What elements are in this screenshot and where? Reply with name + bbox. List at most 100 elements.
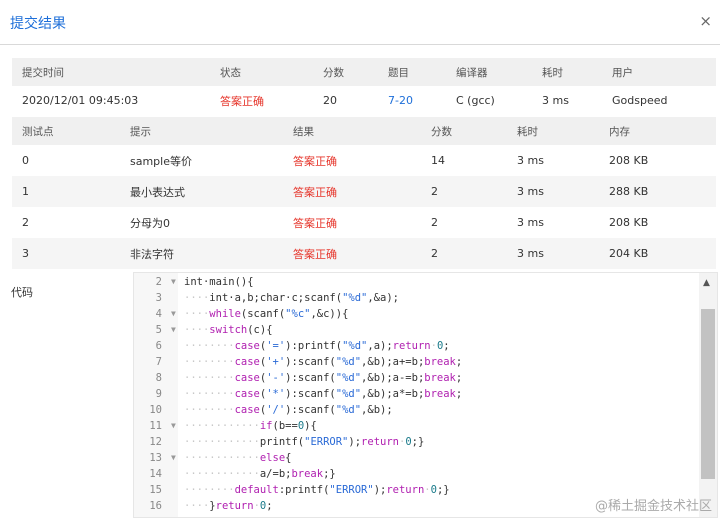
test-cases-table: 测试点 提示 结果 分数 耗时 内存 0 sample等价 答案正确 14 3 …: [12, 117, 716, 269]
test-time: 3 ms: [517, 185, 544, 198]
code-text: ············if(b==0){: [184, 420, 317, 432]
code-text: int·main(){: [184, 276, 254, 288]
code-text: ········case('+'):scanf("%d",&b);a+=b;br…: [184, 356, 463, 368]
code-text: ····int·a,b;char·c;scanf("%d",&a);: [184, 292, 399, 304]
test-hint: 分母为0: [130, 216, 170, 230]
test-time: 3 ms: [517, 216, 544, 229]
submission-row: 2020/12/01 09:45:03 答案正确 20 7-20 C (gcc)…: [12, 86, 716, 115]
test-id: 3: [22, 247, 29, 260]
total-score: 20: [323, 94, 337, 107]
line-number: 13: [149, 452, 162, 464]
code-line: 7 ········case('+'):scanf("%d",&b);a+=b;b…: [134, 354, 694, 370]
line-number: 2: [155, 276, 162, 288]
fold-arrow-icon[interactable]: ▼: [171, 418, 176, 434]
status-badge: 答案正确: [220, 94, 264, 108]
test-memory: 208 KB: [609, 216, 649, 229]
table-row: 1 最小表达式 答案正确 2 3 ms 288 KB: [12, 176, 716, 207]
test-memory: 288 KB: [609, 185, 649, 198]
test-score: 2: [431, 247, 438, 260]
line-number: 3: [155, 292, 162, 304]
line-number: 16: [149, 500, 162, 512]
scroll-up-icon[interactable]: ▲: [703, 278, 710, 288]
line-number: 7: [155, 356, 162, 368]
code-line: 6 ········case('='):printf("%d",a);return…: [134, 338, 694, 354]
code-text: ····}return·0;: [184, 500, 273, 512]
header-memory: 内存: [609, 125, 630, 138]
tests-header-row: 测试点 提示 结果 分数 耗时 内存: [12, 117, 716, 145]
code-line: 10 ········case('/'):scanf("%d",&b);: [134, 402, 694, 418]
vertical-scrollbar[interactable]: ▲: [699, 273, 717, 517]
code-editor[interactable]: 2 ▼ int·main(){ 3 ····int·a,b;char·c;scanf("…: [133, 272, 718, 518]
code-line: 4 ▼ ····while(scanf("%c",&c)){: [134, 306, 694, 322]
line-number: 8: [155, 372, 162, 384]
test-id: 2: [22, 216, 29, 229]
code-text: ············a/=b;break;}: [184, 468, 336, 480]
line-number: 10: [149, 404, 162, 416]
test-hint: 非法字符: [130, 247, 174, 261]
code-line: 13 ▼ ············else{: [134, 450, 694, 466]
header-test-point: 测试点: [22, 125, 54, 138]
test-result: 答案正确: [293, 216, 337, 230]
code-text: ········case('/'):scanf("%d",&b);: [184, 404, 393, 416]
dialog-header: 提交结果 ×: [0, 0, 720, 45]
test-time: 3 ms: [517, 247, 544, 260]
line-number: 6: [155, 340, 162, 352]
code-text: ············printf("ERROR");return·0;}: [184, 436, 425, 448]
code-line: 5 ▼ ····switch(c){: [134, 322, 694, 338]
test-id: 1: [22, 185, 29, 198]
close-icon[interactable]: ×: [699, 12, 712, 30]
test-memory: 208 KB: [609, 154, 649, 167]
code-text: ····switch(c){: [184, 324, 273, 336]
submission-table: 提交时间 状态 分数 题目 编译器 耗时 用户 2020/12/01 09:45…: [12, 58, 716, 115]
test-score: 14: [431, 154, 445, 167]
line-number: 9: [155, 388, 162, 400]
elapsed-time: 3 ms: [542, 94, 569, 107]
code-line: 9 ········case('*'):scanf("%d",&b);a*=b;b…: [134, 386, 694, 402]
header-result: 结果: [293, 125, 314, 138]
test-result: 答案正确: [293, 185, 337, 199]
code-text: ····while(scanf("%c",&c)){: [184, 308, 349, 320]
test-hint: sample等价: [130, 154, 192, 168]
header-elapsed: 耗时: [542, 66, 563, 79]
fold-arrow-icon[interactable]: ▼: [171, 274, 176, 290]
header-status: 状态: [220, 66, 241, 79]
scrollbar-thumb[interactable]: [701, 309, 715, 479]
compiler: C (gcc): [456, 94, 495, 107]
code-text: ········case('-'):scanf("%d",&b);a-=b;br…: [184, 372, 463, 384]
header-test-time: 耗时: [517, 125, 538, 138]
test-id: 0: [22, 154, 29, 167]
test-time: 3 ms: [517, 154, 544, 167]
test-result: 答案正确: [293, 154, 337, 168]
header-hint: 提示: [130, 125, 151, 138]
fold-arrow-icon[interactable]: ▼: [171, 306, 176, 322]
fold-arrow-icon[interactable]: ▼: [171, 322, 176, 338]
code-label: 代码: [11, 286, 33, 299]
user-name: Godspeed: [612, 94, 668, 107]
dialog-title: 提交结果: [10, 16, 66, 32]
code-text: ············else{: [184, 452, 292, 464]
line-number: 14: [149, 468, 162, 480]
header-user: 用户: [612, 66, 633, 79]
code-line: 2 ▼ int·main(){: [134, 274, 694, 290]
code-line: 8 ········case('-'):scanf("%d",&b);a-=b;b…: [134, 370, 694, 386]
test-memory: 204 KB: [609, 247, 649, 260]
code-line: 12 ············printf("ERROR");return·0;}: [134, 434, 694, 450]
line-number: 11: [149, 420, 162, 432]
problem-link[interactable]: 7-20: [378, 86, 446, 115]
code-line: 11 ▼ ············if(b==0){: [134, 418, 694, 434]
line-number: 12: [149, 436, 162, 448]
code-text: ········case('*'):scanf("%d",&b);a*=b;br…: [184, 388, 463, 400]
watermark: @稀土掘金技术社区: [594, 499, 712, 514]
code-line: 14 ············a/=b;break;}: [134, 466, 694, 482]
submission-header-row: 提交时间 状态 分数 题目 编译器 耗时 用户: [12, 58, 716, 86]
header-compiler: 编译器: [456, 66, 488, 79]
header-submit-time: 提交时间: [22, 66, 64, 79]
table-row: 0 sample等价 答案正确 14 3 ms 208 KB: [12, 145, 716, 176]
test-score: 2: [431, 216, 438, 229]
fold-arrow-icon[interactable]: ▼: [171, 450, 176, 466]
header-problem: 题目: [388, 66, 409, 79]
line-number: 15: [149, 484, 162, 496]
test-result: 答案正确: [293, 247, 337, 261]
code-text: ········default:printf("ERROR");return·0…: [184, 484, 450, 496]
header-score: 分数: [323, 66, 344, 79]
